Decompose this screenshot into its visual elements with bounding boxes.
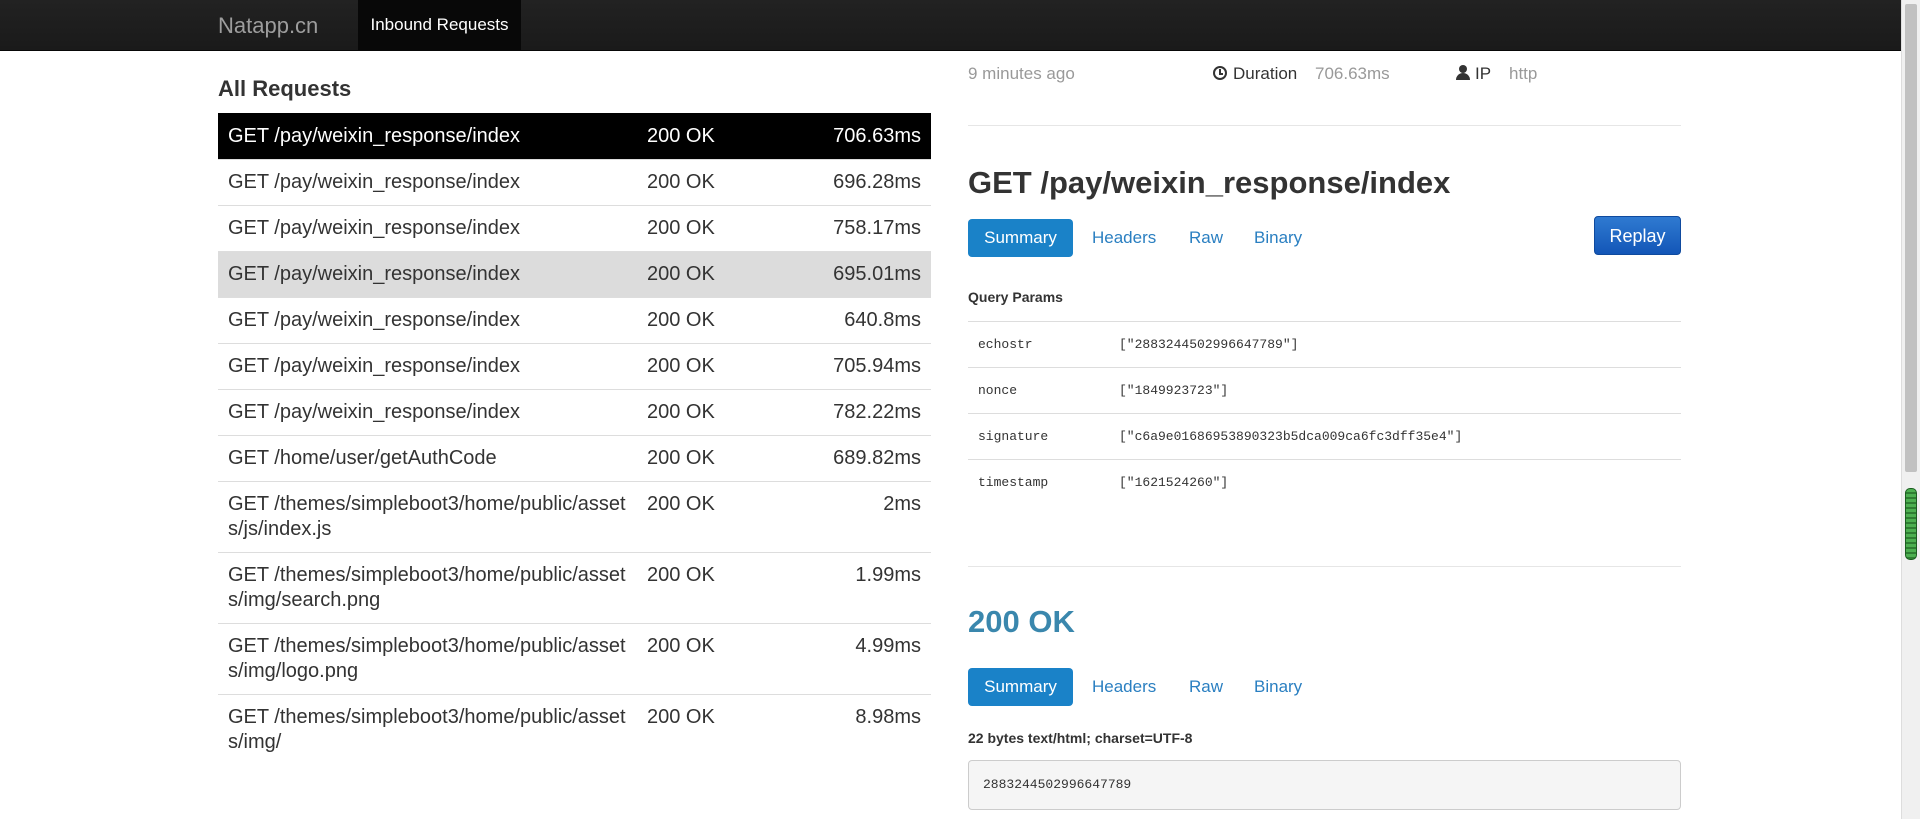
response-tabs: Summary Headers Raw Binary — [968, 667, 1681, 706]
request-duration: 8.98ms — [797, 694, 931, 765]
request-status: 200 OK — [637, 159, 797, 206]
tab-response-summary[interactable]: Summary — [968, 667, 1073, 706]
request-detail-panel: 9 minutes ago Duration 706.63ms IP http … — [968, 51, 1681, 819]
request-row[interactable]: GET /pay/weixin_response/index 200 OK 758.… — [218, 205, 931, 252]
divider — [968, 565, 1681, 567]
request-status: 200 OK — [637, 251, 797, 298]
request-meta: 9 minutes ago Duration 706.63ms IP http — [968, 51, 1681, 125]
request-duration: 705.94ms — [797, 343, 931, 390]
query-params-table: echostr ["2883244502996647789"] nonce ["184… — [968, 321, 1681, 506]
request-row[interactable]: GET /pay/weixin_response/index 200 OK 705.… — [218, 343, 931, 390]
tab-request-headers[interactable]: Headers — [1092, 219, 1156, 257]
response-body: 2883244502996647789 — [968, 759, 1681, 810]
request-duration: 689.82ms — [797, 435, 931, 482]
request-status: 200 OK — [637, 623, 797, 695]
request-status: 200 OK — [637, 205, 797, 252]
tab-request-raw[interactable]: Raw — [1189, 219, 1223, 257]
request-path: GET /pay/weixin_response/index — [218, 389, 637, 436]
request-path: GET /pay/weixin_response/index — [218, 297, 637, 344]
request-duration: 696.28ms — [797, 159, 931, 206]
request-status: 200 OK — [637, 435, 797, 482]
request-path: GET /themes/simpleboot3/home/public/asse… — [218, 481, 637, 553]
param-value: ["1849923723"] — [1109, 367, 1681, 414]
request-path: GET /pay/weixin_response/index — [218, 113, 637, 160]
request-duration: 695.01ms — [797, 251, 931, 298]
param-value: ["1621524260"] — [1109, 459, 1681, 506]
user-icon — [1456, 65, 1470, 80]
page-scrollbar[interactable] — [1901, 0, 1920, 819]
request-path: GET /themes/simpleboot3/home/public/asse… — [218, 552, 637, 624]
request-row[interactable]: GET /pay/weixin_response/index 200 OK 782.… — [218, 389, 931, 436]
request-duration: 1.99ms — [797, 552, 931, 624]
tab-response-headers[interactable]: Headers — [1092, 668, 1156, 706]
ip-label: IP — [1456, 64, 1491, 84]
request-duration: 758.17ms — [797, 205, 931, 252]
query-param-row: nonce ["1849923723"] — [968, 367, 1681, 414]
scroll-grip-handle[interactable] — [1905, 488, 1917, 560]
param-key: signature — [968, 413, 1109, 460]
request-row[interactable]: GET /themes/simpleboot3/home/public/asse… — [218, 481, 931, 553]
request-duration: 782.22ms — [797, 389, 931, 436]
request-status: 200 OK — [637, 297, 797, 344]
request-row[interactable]: GET /themes/simpleboot3/home/public/asse… — [218, 552, 931, 624]
duration-label: Duration — [1213, 64, 1297, 84]
requests-table: GET /pay/weixin_response/index 200 OK 706.… — [218, 113, 931, 765]
request-row[interactable]: GET /pay/weixin_response/index 200 OK 695.… — [218, 251, 931, 298]
tab-request-summary[interactable]: Summary — [968, 219, 1073, 257]
request-row[interactable]: GET /pay/weixin_response/index 200 OK 696.… — [218, 159, 931, 206]
param-value: ["c6a9e01686953890323b5dca009ca6fc3dff35… — [1109, 413, 1681, 460]
request-status: 200 OK — [637, 694, 797, 765]
request-row[interactable]: GET /themes/simpleboot3/home/public/asse… — [218, 694, 931, 765]
request-tabs: Summary Headers Raw Binary Replay — [968, 216, 1681, 257]
divider — [968, 125, 1681, 126]
clock-icon — [1213, 66, 1227, 80]
request-duration: 2ms — [797, 481, 931, 553]
response-meta: 22 bytes text/html; charset=UTF-8 — [968, 729, 1193, 746]
query-params-label: Query Params — [968, 289, 1063, 305]
query-param-row: signature ["c6a9e01686953890323b5dca009ca… — [968, 413, 1681, 460]
param-key: echostr — [968, 321, 1109, 368]
request-path: GET /pay/weixin_response/index — [218, 205, 637, 252]
param-key: timestamp — [968, 459, 1109, 506]
tab-request-binary[interactable]: Binary — [1254, 219, 1302, 257]
brand-logo[interactable]: Natapp.cn — [218, 0, 318, 51]
tab-inbound-requests[interactable]: Inbound Requests — [358, 0, 521, 51]
requests-heading: All Requests — [218, 76, 352, 101]
request-status: 200 OK — [637, 343, 797, 390]
request-path: GET /pay/weixin_response/index — [218, 343, 637, 390]
request-title: GET /pay/weixin_response/index — [968, 165, 1451, 200]
request-row[interactable]: GET /home/user/getAuthCode 200 OK 689.82ms — [218, 435, 931, 482]
request-path: GET /pay/weixin_response/index — [218, 251, 637, 298]
request-row[interactable]: GET /pay/weixin_response/index 200 OK 640.… — [218, 297, 931, 344]
request-path: GET /pay/weixin_response/index — [218, 159, 637, 206]
response-status: 200 OK — [968, 603, 1075, 639]
request-duration: 706.63ms — [797, 113, 931, 160]
request-duration: 4.99ms — [797, 623, 931, 695]
query-param-row: timestamp ["1621524260"] — [968, 459, 1681, 506]
request-status: 200 OK — [637, 481, 797, 553]
scrollbar-thumb[interactable] — [1905, 4, 1917, 472]
top-navbar: Natapp.cn Inbound Requests — [0, 0, 1901, 51]
request-path: GET /themes/simpleboot3/home/public/asse… — [218, 623, 637, 695]
request-path: GET /home/user/getAuthCode — [218, 435, 637, 482]
requests-panel: All Requests GET /pay/weixin_response/in… — [218, 51, 931, 819]
request-duration: 640.8ms — [797, 297, 931, 344]
request-status: 200 OK — [637, 552, 797, 624]
request-row[interactable]: GET /themes/simpleboot3/home/public/asse… — [218, 623, 931, 695]
time-ago: 9 minutes ago — [968, 64, 1075, 83]
query-param-row: echostr ["2883244502996647789"] — [968, 321, 1681, 368]
param-key: nonce — [968, 367, 1109, 414]
param-value: ["2883244502996647789"] — [1109, 321, 1681, 368]
tab-response-raw[interactable]: Raw — [1189, 668, 1223, 706]
request-row[interactable]: GET /pay/weixin_response/index 200 OK 706.… — [218, 113, 931, 160]
replay-button[interactable]: Replay — [1594, 216, 1681, 255]
request-path: GET /themes/simpleboot3/home/public/asse… — [218, 694, 637, 765]
request-status: 200 OK — [637, 113, 797, 160]
tab-response-binary[interactable]: Binary — [1254, 668, 1302, 706]
duration-value: 706.63ms — [1315, 64, 1390, 83]
request-status: 200 OK — [637, 389, 797, 436]
ip-value: http — [1509, 64, 1538, 83]
